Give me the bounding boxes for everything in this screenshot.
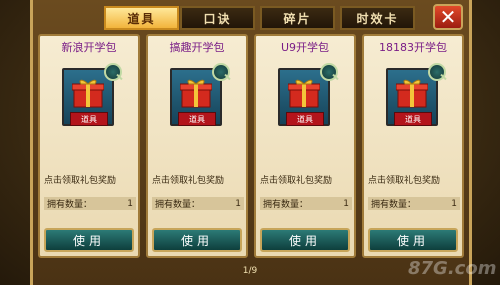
count-value: 1 — [235, 198, 241, 209]
close-icon: ✕ — [439, 5, 457, 29]
page-indicator: 1/9 — [242, 266, 258, 276]
close-button[interactable]: ✕ — [433, 4, 463, 30]
magnifier-icon[interactable] — [104, 63, 122, 81]
site-watermark: 87G.com — [408, 258, 497, 279]
item-card: 18183开学包 道具 点击领取礼包奖励 拥有数量： 1 使用 — [362, 34, 464, 258]
item-description: 点击领取礼包奖励 — [260, 176, 333, 186]
use-button[interactable]: 使用 — [368, 228, 458, 252]
item-description: 点击领取礼包奖励 — [152, 176, 225, 186]
item-type-badge: 道具 — [178, 112, 216, 126]
item-count-row: 拥有数量： 1 — [368, 197, 460, 210]
magnifier-icon[interactable] — [320, 63, 338, 81]
item-card: 新浪开学包 道具 点击领取礼包奖励 拥有数量： 1 使用 — [38, 34, 140, 258]
item-count-row: 拥有数量： 1 — [260, 197, 352, 210]
item-type-badge: 道具 — [286, 112, 324, 126]
tab-fragments[interactable]: 碎片 — [260, 6, 335, 30]
use-button[interactable]: 使用 — [44, 228, 134, 252]
count-label: 拥有数量： — [371, 200, 417, 210]
item-description: 点击领取礼包奖励 — [368, 176, 441, 186]
tab-items[interactable]: 道具 — [104, 6, 179, 30]
count-label: 拥有数量： — [263, 200, 309, 210]
use-button[interactable]: 使用 — [152, 228, 242, 252]
item-title: U9开学包 — [280, 41, 330, 54]
magnifier-icon[interactable] — [428, 63, 446, 81]
magnifier-icon[interactable] — [212, 63, 230, 81]
item-card: 搞趣开学包 道具 点击领取礼包奖励 拥有数量： 1 使用 — [146, 34, 248, 258]
gift-box-icon — [288, 79, 320, 108]
gift-box-icon — [72, 79, 104, 108]
count-value: 1 — [343, 198, 349, 209]
item-title: 搞趣开学包 — [169, 41, 225, 54]
item-title: 新浪开学包 — [61, 41, 117, 54]
count-label: 拥有数量： — [47, 200, 93, 210]
item-description: 点击领取礼包奖励 — [44, 176, 117, 186]
item-title: 18183开学包 — [379, 41, 447, 54]
gift-box-icon — [396, 79, 428, 108]
tab-time-cards[interactable]: 时效卡 — [340, 6, 415, 30]
count-value: 1 — [127, 198, 133, 209]
item-type-badge: 道具 — [70, 112, 108, 126]
tab-formulas[interactable]: 口诀 — [180, 6, 255, 30]
item-type-badge: 道具 — [394, 112, 432, 126]
count-label: 拥有数量： — [155, 200, 201, 210]
game-stage: 道具 口诀 碎片 时效卡 ✕ 新浪开学包 道具 点击领取礼包奖励 拥有数量： 1… — [0, 0, 500, 285]
count-value: 1 — [451, 198, 457, 209]
item-count-row: 拥有数量： 1 — [44, 197, 136, 210]
gift-box-icon — [180, 79, 212, 108]
item-card: U9开学包 道具 点击领取礼包奖励 拥有数量： 1 使用 — [254, 34, 356, 258]
item-count-row: 拥有数量： 1 — [152, 197, 244, 210]
use-button[interactable]: 使用 — [260, 228, 350, 252]
